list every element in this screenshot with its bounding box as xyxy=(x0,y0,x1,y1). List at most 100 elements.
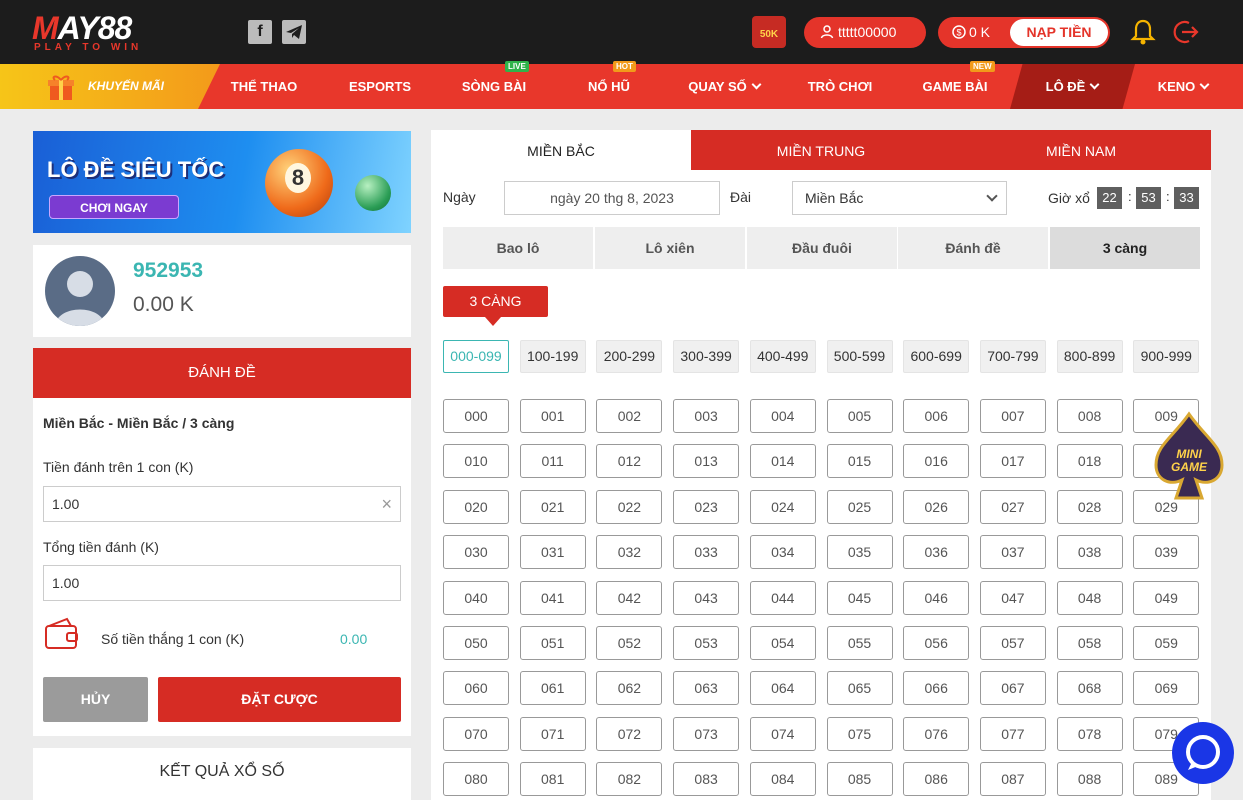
number-button[interactable]: 077 xyxy=(979,716,1046,751)
number-button[interactable]: 015 xyxy=(826,444,893,479)
number-button[interactable]: 004 xyxy=(749,399,816,433)
number-button[interactable]: 008 xyxy=(1056,399,1123,433)
number-button[interactable]: 021 xyxy=(519,489,586,524)
number-button[interactable]: 024 xyxy=(749,489,816,524)
number-button[interactable]: 055 xyxy=(826,626,893,660)
number-button[interactable]: 088 xyxy=(1056,762,1123,797)
stake-input[interactable]: 1.00 × xyxy=(43,486,401,522)
number-button[interactable]: 064 xyxy=(749,671,816,706)
number-button[interactable]: 045 xyxy=(826,580,893,615)
tab-mien-trung[interactable]: MIỀN TRUNG xyxy=(691,130,951,170)
deposit-button[interactable]: NẠP TIỀN xyxy=(1010,19,1108,46)
number-button[interactable]: 054 xyxy=(749,626,816,660)
number-button[interactable]: 056 xyxy=(903,626,970,660)
number-button[interactable]: 040 xyxy=(443,580,509,615)
number-button[interactable]: 016 xyxy=(903,444,970,479)
number-button[interactable]: 010 xyxy=(443,444,509,479)
range-button[interactable]: 700-799 xyxy=(979,340,1046,373)
number-button[interactable]: 036 xyxy=(903,535,970,570)
number-button[interactable]: 048 xyxy=(1056,580,1123,615)
number-button[interactable]: 017 xyxy=(979,444,1046,479)
number-button[interactable]: 057 xyxy=(979,626,1046,660)
nav-card-games[interactable]: GAME BÀI NEW xyxy=(913,61,997,109)
tab-danh-de[interactable]: Đánh đề xyxy=(898,227,1048,269)
range-button[interactable]: 400-499 xyxy=(749,340,816,373)
number-button[interactable]: 013 xyxy=(673,444,740,479)
facebook-icon[interactable]: f xyxy=(248,20,272,44)
number-button[interactable]: 042 xyxy=(596,580,663,615)
telegram-icon[interactable] xyxy=(282,20,306,44)
number-button[interactable]: 087 xyxy=(979,762,1046,797)
sub-type-tag[interactable]: 3 CÀNG xyxy=(443,286,548,317)
nav-promotions[interactable]: KHUYẾN MÃI xyxy=(0,64,220,109)
range-button[interactable]: 500-599 xyxy=(826,340,893,373)
number-button[interactable]: 085 xyxy=(826,762,893,797)
number-button[interactable]: 005 xyxy=(826,399,893,433)
number-button[interactable]: 051 xyxy=(519,626,586,660)
number-button[interactable]: 060 xyxy=(443,671,509,706)
number-button[interactable]: 068 xyxy=(1056,671,1123,706)
number-button[interactable]: 023 xyxy=(673,489,740,524)
number-button[interactable]: 034 xyxy=(749,535,816,570)
gift-50k-icon[interactable]: 50K xyxy=(752,16,786,48)
number-button[interactable]: 053 xyxy=(673,626,740,660)
nav-esports[interactable]: ESPORTS xyxy=(338,64,422,109)
number-button[interactable]: 046 xyxy=(903,580,970,615)
tab-mien-bac[interactable]: MIỀN BẮC xyxy=(431,130,691,170)
nav-keno[interactable]: KENO xyxy=(1148,64,1218,109)
site-logo[interactable]: MAY88 PLAY TO WIN xyxy=(32,12,182,54)
tab-dau-duoi[interactable]: Đầu đuôi xyxy=(747,227,897,269)
nav-lode[interactable]: LÔ ĐỀ xyxy=(1030,64,1114,109)
number-button[interactable]: 025 xyxy=(826,489,893,524)
number-button[interactable]: 063 xyxy=(673,671,740,706)
number-button[interactable]: 003 xyxy=(673,399,740,433)
number-button[interactable]: 041 xyxy=(519,580,586,615)
range-button[interactable]: 600-699 xyxy=(903,340,970,373)
number-button[interactable]: 032 xyxy=(596,535,663,570)
number-button[interactable]: 061 xyxy=(519,671,586,706)
nav-lottery[interactable]: QUAY SỐ xyxy=(682,64,766,109)
number-button[interactable]: 030 xyxy=(443,535,509,570)
number-button[interactable]: 073 xyxy=(673,716,740,751)
number-button[interactable]: 075 xyxy=(826,716,893,751)
total-input[interactable]: 1.00 xyxy=(43,565,401,601)
number-button[interactable]: 043 xyxy=(673,580,740,615)
number-button[interactable]: 035 xyxy=(826,535,893,570)
range-button[interactable]: 800-899 xyxy=(1056,340,1123,373)
number-button[interactable]: 081 xyxy=(519,762,586,797)
date-picker[interactable]: ngày 20 thg 8, 2023 xyxy=(504,181,720,215)
number-button[interactable]: 059 xyxy=(1133,626,1200,660)
number-button[interactable]: 020 xyxy=(443,489,509,524)
number-button[interactable]: 031 xyxy=(519,535,586,570)
number-button[interactable]: 080 xyxy=(443,762,509,797)
tab-3-cang[interactable]: 3 càng xyxy=(1050,227,1200,269)
number-button[interactable]: 027 xyxy=(979,489,1046,524)
number-button[interactable]: 083 xyxy=(673,762,740,797)
number-button[interactable]: 033 xyxy=(673,535,740,570)
promo-banner[interactable]: LÔ ĐỀ SIÊU TỐC CHƠI NGAY 8 xyxy=(33,131,411,233)
play-now-button[interactable]: CHƠI NGAY xyxy=(49,195,179,219)
number-button[interactable]: 058 xyxy=(1056,626,1123,660)
place-bet-button[interactable]: ĐẶT CƯỢC xyxy=(158,677,401,722)
range-button[interactable]: 000-099 xyxy=(443,340,509,373)
logout-icon[interactable] xyxy=(1172,18,1200,46)
number-button[interactable]: 050 xyxy=(443,626,509,660)
minigame-icon[interactable]: MINI GAME xyxy=(1150,410,1228,502)
range-button[interactable]: 300-399 xyxy=(673,340,740,373)
number-button[interactable]: 039 xyxy=(1133,535,1200,570)
number-button[interactable]: 082 xyxy=(596,762,663,797)
number-button[interactable]: 026 xyxy=(903,489,970,524)
nav-sports[interactable]: THỂ THAO xyxy=(222,64,306,109)
bell-icon[interactable] xyxy=(1130,18,1156,46)
number-button[interactable]: 018 xyxy=(1056,444,1123,479)
number-button[interactable]: 062 xyxy=(596,671,663,706)
number-button[interactable]: 038 xyxy=(1056,535,1123,570)
live-chat-button[interactable] xyxy=(1172,722,1234,784)
number-button[interactable]: 086 xyxy=(903,762,970,797)
number-button[interactable]: 071 xyxy=(519,716,586,751)
range-button[interactable]: 100-199 xyxy=(519,340,586,373)
number-button[interactable]: 070 xyxy=(443,716,509,751)
range-button[interactable]: 200-299 xyxy=(596,340,663,373)
number-button[interactable]: 037 xyxy=(979,535,1046,570)
range-button[interactable]: 900-999 xyxy=(1133,340,1200,373)
